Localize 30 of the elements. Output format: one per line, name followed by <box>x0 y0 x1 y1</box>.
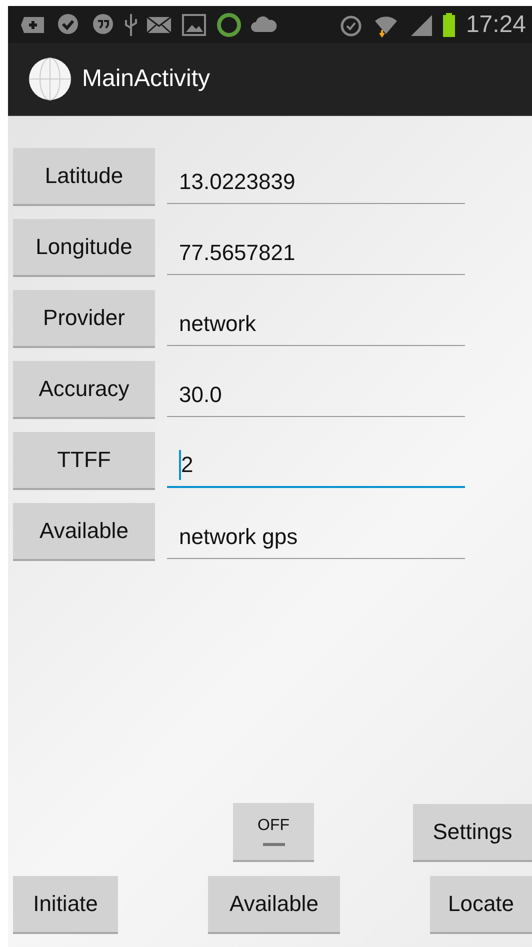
battery-icon <box>442 12 455 36</box>
settings-button[interactable]: Settings <box>413 804 532 862</box>
image-icon <box>181 12 207 38</box>
toggle-button[interactable]: OFF <box>233 803 314 862</box>
field-value: 30.0 <box>179 382 222 408</box>
available-button[interactable]: Available <box>208 876 340 934</box>
field-label-button[interactable]: Longitude <box>13 219 155 277</box>
field-label-button[interactable]: TTFF <box>13 432 155 490</box>
text-field[interactable]: network <box>167 302 465 346</box>
field-label-button[interactable]: Provider <box>13 290 155 348</box>
text-field[interactable]: network gps <box>167 515 465 559</box>
text-cursor <box>179 450 181 480</box>
locate-button[interactable]: Locate <box>430 876 532 934</box>
text-field[interactable]: 77.5657821 <box>167 231 465 275</box>
globe-icon <box>28 57 72 101</box>
text-field[interactable]: 13.0223839 <box>167 160 465 204</box>
initiate-button[interactable]: Initiate <box>13 876 118 934</box>
field-value: network gps <box>179 524 298 550</box>
clock-time: 17:24 <box>466 10 526 38</box>
ring-icon <box>216 12 242 38</box>
field-value: network <box>179 310 256 336</box>
field-value: 13.0223839 <box>179 168 296 194</box>
app-title: MainActivity <box>82 65 210 93</box>
field-label-button[interactable]: Available <box>13 503 155 561</box>
text-field[interactable]: 2 <box>167 444 465 488</box>
text-field[interactable]: 30.0 <box>167 373 465 417</box>
field-value: 77.5657821 <box>179 240 296 266</box>
field-label-button[interactable]: Accuracy <box>13 361 155 419</box>
field-value: 2 <box>181 452 194 478</box>
field-label-button[interactable]: Latitude <box>13 148 155 206</box>
